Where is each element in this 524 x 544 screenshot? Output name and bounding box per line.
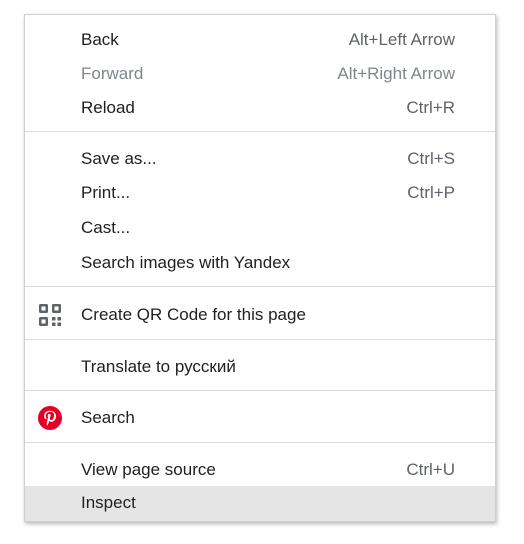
menu-item-shortcut: Alt+Right Arrow (337, 64, 455, 83)
menu-item-create-qr-code[interactable]: Create QR Code for this page (25, 298, 495, 332)
menu-item-save-as[interactable]: Save as... Ctrl+S (25, 142, 495, 176)
menu-item-translate[interactable]: Translate to русский (25, 350, 495, 384)
menu-item-forward[interactable]: Forward Alt+Right Arrow (25, 57, 495, 91)
menu-item-pinterest-search[interactable]: Search (25, 401, 495, 435)
menu-item-label: Create QR Code for this page (81, 305, 306, 324)
menu-item-label: Inspect (81, 493, 136, 512)
menu-item-shortcut: Alt+Left Arrow (348, 30, 455, 49)
qr-code-icon (38, 303, 62, 327)
menu-item-shortcut: Ctrl+S (407, 149, 455, 168)
menu-item-shortcut: Ctrl+U (406, 460, 455, 479)
menu-item-reload[interactable]: Reload Ctrl+R (25, 91, 495, 125)
menu-item-back[interactable]: Back Alt+Left Arrow (25, 23, 495, 57)
menu-item-label: Forward (81, 64, 144, 83)
menu-item-label: Save as... (81, 149, 157, 168)
pinterest-icon (38, 406, 62, 430)
menu-item-shortcut: Ctrl+R (406, 98, 455, 117)
menu-item-label: View page source (81, 460, 216, 479)
menu-separator (25, 286, 495, 287)
menu-item-label: Print... (81, 183, 131, 202)
menu-item-label: Reload (81, 98, 135, 117)
menu-separator (25, 339, 495, 340)
menu-separator (25, 131, 495, 132)
menu-item-label: Translate to русский (81, 357, 236, 376)
menu-item-inspect[interactable]: Inspect (25, 486, 495, 521)
menu-item-search-images-yandex[interactable]: Search images with Yandex (25, 246, 495, 280)
menu-item-label: Search images with Yandex (81, 253, 291, 272)
menu-item-cast[interactable]: Cast... (25, 211, 495, 245)
menu-item-view-page-source[interactable]: View page source Ctrl+U (25, 453, 495, 487)
menu-item-shortcut: Ctrl+P (407, 183, 455, 202)
menu-item-label: Cast... (81, 218, 131, 237)
menu-item-print[interactable]: Print... Ctrl+P (25, 176, 495, 210)
menu-item-label: Back (81, 30, 119, 49)
menu-separator (25, 442, 495, 443)
menu-separator (25, 390, 495, 391)
context-menu: Back Alt+Left Arrow Forward Alt+Right Ar… (24, 14, 496, 522)
menu-item-label: Search (81, 408, 135, 427)
